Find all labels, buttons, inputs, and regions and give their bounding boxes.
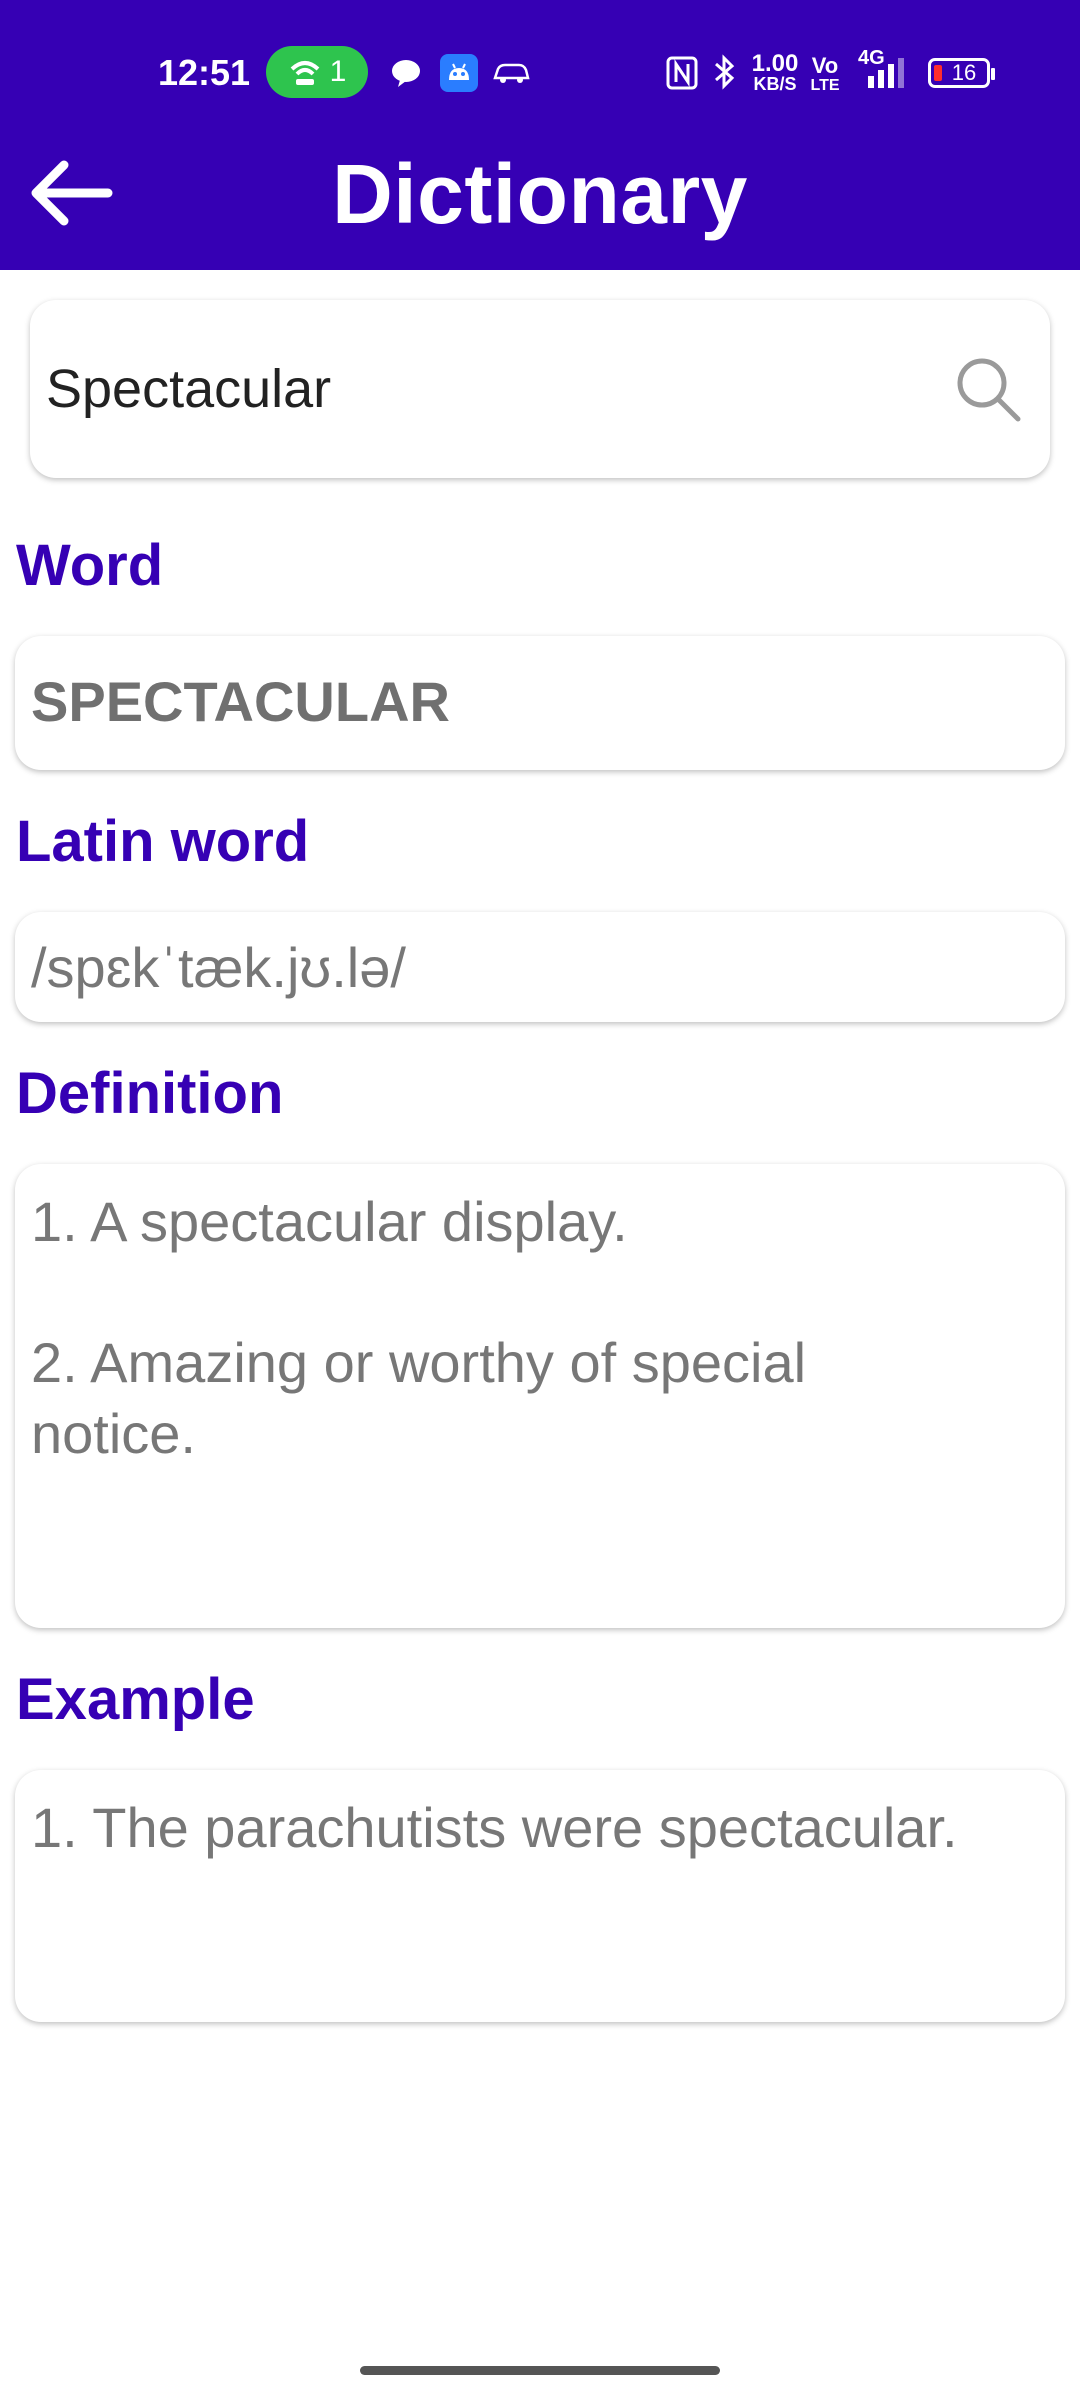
definition-box: 1. A spectacular display. 2. Amazing or … [15,1164,1065,1628]
network-speed-unit: KB/S [753,74,797,94]
app-bar: 12:51 1 1.00 KB/S Vo LTE 4G 16 Dictionar… [0,0,1080,270]
network-speed: 1.00 KB/S [750,50,800,95]
battery-fill [934,65,942,81]
latin-word-value: /spɛkˈtæk.jʊ.lə/ [31,936,406,999]
volte-top: Vo [811,53,839,78]
word-box: SPECTACULAR [15,636,1065,770]
volte-bottom: LTE [810,77,840,94]
network-speed-value: 1.00 [751,50,799,77]
status-bar: 12:51 1 1.00 KB/S Vo LTE 4G 16 [0,40,1080,106]
latin-word-label: Latin word [16,809,310,874]
hotspot-indicator: 1 [266,46,368,98]
car-icon [493,63,530,83]
word-value: SPECTACULAR [31,670,450,733]
search-field[interactable]: Spectacular [30,300,1050,478]
hotspot-icon [290,61,320,85]
word-label: Word [16,533,164,598]
battery-level: 16 [951,60,977,85]
nfc-icon [666,56,698,90]
example-line-1: 1. The parachutists were spectacular. [31,1796,958,1859]
volte-indicator: Vo LTE [810,53,840,96]
bluetooth-icon [715,54,735,90]
example-label: Example [16,1667,255,1732]
search-icon[interactable] [954,355,1024,425]
search-input[interactable]: Spectacular [46,358,331,420]
definition-line-1: 1. A spectacular display. [31,1190,628,1253]
hotspot-count: 1 [329,55,347,88]
page-title: Dictionary [332,147,748,241]
android-notification-icon [440,54,478,92]
home-indicator[interactable] [360,2366,720,2375]
signal-icon [868,58,904,88]
example-box: 1. The parachutists were spectacular. [15,1770,1065,2022]
battery-indicator: 16 [928,58,995,88]
chat-bubble-icon [392,60,420,87]
definition-line-2: 2. Amazing or worthy of special [31,1331,807,1394]
definition-line-3: notice. [31,1402,196,1465]
latin-word-box: /spɛkˈtæk.jʊ.lə/ [15,912,1065,1022]
status-time: 12:51 [158,52,251,93]
definition-label: Definition [16,1061,284,1126]
